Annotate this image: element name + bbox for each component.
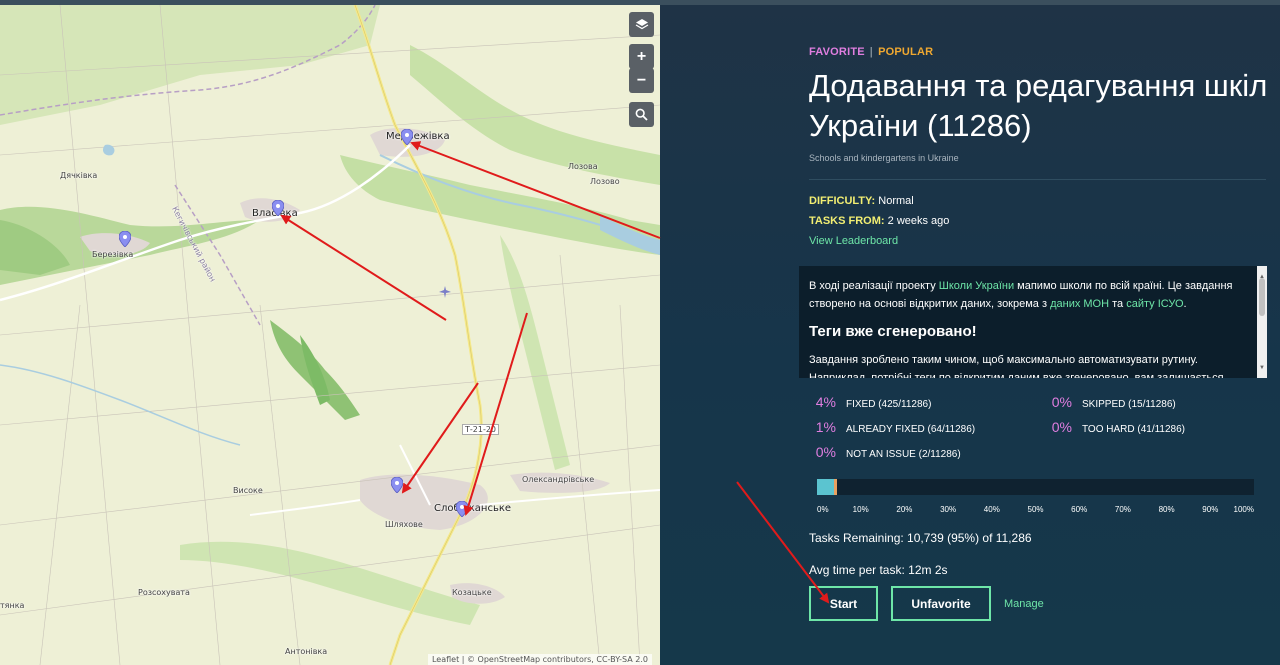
zoom-in-button[interactable]: + xyxy=(629,44,654,69)
challenge-title: Додавання та редагування шкіл України (1… xyxy=(809,68,1268,143)
stat-already-fixed: 1% ALREADY FIXED (64/11286) xyxy=(808,419,975,435)
start-button[interactable]: Start xyxy=(809,586,878,621)
map-label-vysoke: Високе xyxy=(233,486,263,495)
progress-tick-label: 50% xyxy=(1027,505,1044,514)
description-text: . xyxy=(1183,298,1187,310)
map-label-slobozhanske: Слобожанське xyxy=(434,503,512,514)
stat-skipped: 0% SKIPPED (15/11286) xyxy=(1044,394,1176,410)
progress-tick-label: 20% xyxy=(896,505,913,514)
progress-tick-label: 0% xyxy=(817,505,829,514)
map-label-medvezhivka: Медвежівка xyxy=(386,131,450,142)
map-pin-icon[interactable] xyxy=(391,477,403,493)
tasks-from: TASKS FROM: 2 weeks ago xyxy=(809,215,949,227)
progress-tick-label: 80% xyxy=(1158,505,1175,514)
map-pin-icon[interactable] xyxy=(272,200,284,216)
map-label-yatyanka: тянка xyxy=(0,601,25,610)
tag-favorite: FAVORITE xyxy=(809,46,865,58)
map-label-shlyakhove: Шляхове xyxy=(385,520,423,529)
manage-link[interactable]: Manage xyxy=(1004,598,1044,610)
airfield-icon xyxy=(439,286,451,298)
map-label-antonivka: Антонівка xyxy=(285,647,328,656)
description-paragraph-2: Завдання зроблено таким чином, щоб макси… xyxy=(809,354,1198,366)
difficulty-value: Normal xyxy=(878,195,914,207)
description-scrollbar[interactable]: ▲ ▼ xyxy=(1257,266,1267,378)
progress-tick-label: 100% xyxy=(1233,505,1254,514)
tasks-remaining: Tasks Remaining: 10,739 (95%) of 11,286 xyxy=(809,531,1032,545)
map-label-lozova: Лозова xyxy=(568,162,598,171)
challenge-panel: FAVORITE | POPULAR Додавання та редагуванн… xyxy=(660,5,1280,665)
difficulty: DIFFICULTY: Normal xyxy=(809,195,914,207)
stat-percent: 1% xyxy=(815,419,836,435)
tag-separator: | xyxy=(869,46,874,58)
unfavorite-button[interactable]: Unfavorite xyxy=(891,586,991,621)
map-label-kozatske: Козацьке xyxy=(452,588,492,597)
progress-already-fixed-segment xyxy=(834,479,837,495)
search-icon xyxy=(635,108,648,121)
challenge-tags: FAVORITE | POPULAR xyxy=(809,46,933,58)
progress-ticks: 0% 10% 20% 30% 40% 50% 60% 70% 80% 90% 100% xyxy=(817,505,1254,517)
map-attribution[interactable]: Leaflet | © OpenStreetMap contributors, … xyxy=(427,654,652,665)
map-search-button[interactable] xyxy=(629,102,654,127)
stat-label: TOO HARD (41/11286) xyxy=(1082,424,1186,435)
stat-fixed: 4% FIXED (425/11286) xyxy=(808,394,932,410)
stat-label: FIXED (425/11286) xyxy=(846,399,932,410)
map-label-rozsokhuvata: Розсохувата xyxy=(138,588,190,597)
divider xyxy=(809,179,1266,180)
layers-icon xyxy=(635,18,648,29)
link-mon-data[interactable]: даних МОН xyxy=(1050,298,1109,310)
stat-percent: 0% xyxy=(1051,394,1072,410)
progress-bar xyxy=(817,479,1254,495)
stat-too-hard: 0% TOO HARD (41/11286) xyxy=(1044,419,1185,435)
map-label-dyachkivka: Дячківка xyxy=(60,171,98,180)
progress-fixed-segment xyxy=(817,479,834,495)
progress-tick-label: 70% xyxy=(1114,505,1131,514)
description-text: В ході реалізації проекту xyxy=(809,280,939,292)
description-paragraph-3: Наприклад, потрібні теги по відкритим да… xyxy=(809,372,1224,378)
difficulty-label: DIFFICULTY: xyxy=(809,195,876,207)
map-label-lozovo: Лозово xyxy=(590,177,620,186)
challenge-description[interactable]: В ході реалізації проекту Школи України … xyxy=(799,266,1267,378)
map-tiles xyxy=(0,5,660,665)
map-label-berezivka: Березівка xyxy=(92,250,134,259)
stat-percent: 4% xyxy=(815,394,836,410)
tag-popular: POPULAR xyxy=(878,46,934,58)
map-view[interactable]: Медвежівка Власівка Дячківка Березівка Л… xyxy=(0,5,660,665)
challenge-subtitle: Schools and kindergartens in Ukraine xyxy=(809,153,959,163)
scrollbar-thumb[interactable] xyxy=(1259,278,1265,316)
link-schools-ukraine[interactable]: Школи України xyxy=(939,280,1014,292)
tasks-from-label: TASKS FROM: xyxy=(809,215,885,227)
progress-tick-label: 60% xyxy=(1071,505,1088,514)
map-pin-icon[interactable] xyxy=(119,231,131,247)
stat-percent: 0% xyxy=(1051,419,1072,435)
progress-tick-label: 10% xyxy=(852,505,869,514)
progress-tick-label: 30% xyxy=(940,505,957,514)
description-paragraph: В ході реалізації проекту Школи України … xyxy=(809,277,1257,313)
tasks-from-value: 2 weeks ago xyxy=(887,215,950,227)
stat-label: SKIPPED (15/11286) xyxy=(1082,399,1176,410)
progress-tick-label: 90% xyxy=(1202,505,1219,514)
stat-label: ALREADY FIXED (64/11286) xyxy=(846,424,976,435)
layers-button[interactable] xyxy=(629,12,654,37)
map-label-oleksandrivske: Олександрівське xyxy=(522,475,595,484)
progress-tick-label: 40% xyxy=(983,505,1000,514)
zoom-out-button[interactable]: − xyxy=(629,68,654,93)
map-label-road: Т-21-20 xyxy=(462,424,500,435)
description-text: та xyxy=(1109,298,1127,310)
plus-icon: + xyxy=(636,47,647,65)
stat-label: NOT AN ISSUE (2/11286) xyxy=(846,449,961,460)
view-leaderboard-link[interactable]: View Leaderboard xyxy=(809,235,898,247)
stat-percent: 0% xyxy=(815,444,836,460)
avg-time-per-task: Avg time per task: 12m 2s xyxy=(809,563,948,577)
scroll-down-icon[interactable]: ▼ xyxy=(1259,359,1265,377)
link-isuo-site[interactable]: сайту ІСУО xyxy=(1126,298,1183,310)
map-pin-icon[interactable] xyxy=(401,129,413,145)
map-pin-icon[interactable] xyxy=(456,501,468,517)
description-heading: Теги вже сгенеровано! xyxy=(809,323,977,340)
minus-icon: − xyxy=(636,71,647,89)
stat-not-an-issue: 0% NOT AN ISSUE (2/11286) xyxy=(808,444,961,460)
